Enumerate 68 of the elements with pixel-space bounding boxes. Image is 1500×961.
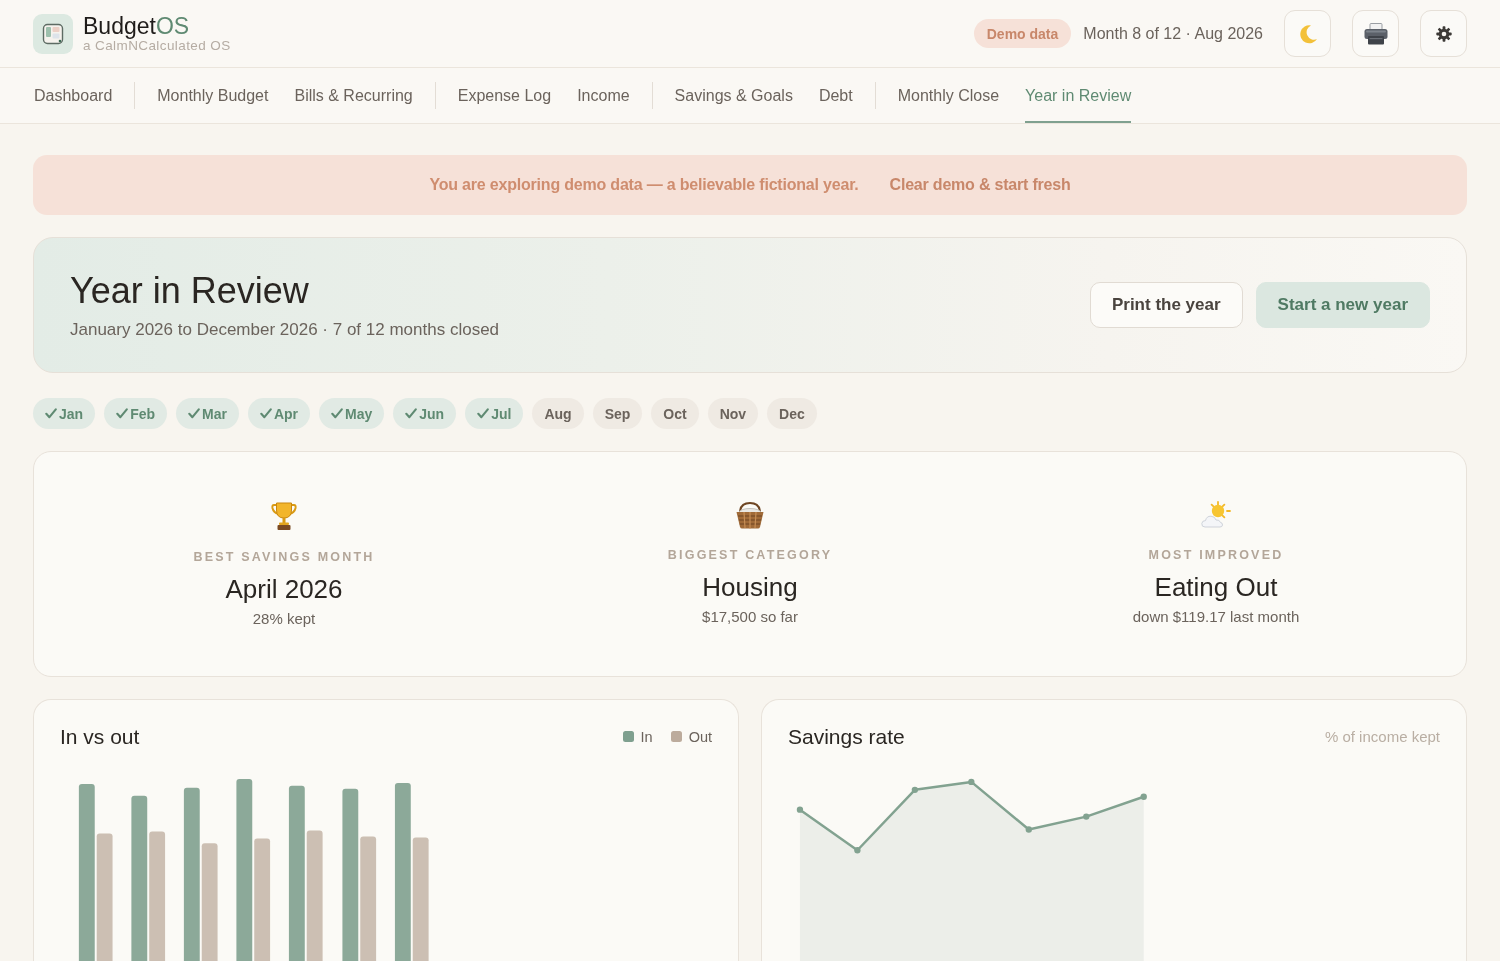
month-chip[interactable]: Jun bbox=[393, 398, 457, 429]
month-chip[interactable]: Sep bbox=[592, 398, 643, 429]
nav-tab[interactable]: Monthly Close bbox=[897, 68, 1000, 123]
sun-cloud-icon bbox=[1201, 501, 1231, 529]
check-icon bbox=[259, 408, 272, 419]
highlight-label: MOST IMPROVED bbox=[1148, 548, 1284, 562]
check-icon bbox=[405, 408, 418, 419]
basket-icon bbox=[734, 501, 766, 529]
check-icon bbox=[188, 408, 200, 419]
data-point bbox=[1025, 826, 1032, 833]
check-icon bbox=[45, 408, 57, 419]
settings-button[interactable] bbox=[1420, 10, 1467, 57]
month-chip[interactable]: Mar bbox=[176, 398, 239, 429]
highlight-detail: $17,500 so far bbox=[702, 608, 798, 625]
data-point bbox=[854, 846, 861, 854]
month-chip[interactable]: Oct bbox=[651, 398, 699, 429]
data-point bbox=[1083, 813, 1090, 820]
logo-icon bbox=[33, 13, 73, 54]
banner-message: You are exploring demo data — a believable fictional year. bbox=[429, 176, 859, 194]
legend-label: Out bbox=[688, 728, 712, 745]
nav-tab[interactable]: Dashboard bbox=[34, 68, 113, 123]
month-chip[interactable]: Apr bbox=[247, 398, 311, 429]
highlight-label: BEST SAVINGS MONTH bbox=[193, 550, 375, 564]
period-label: Month 8 of 12 · Aug 2026 bbox=[1083, 24, 1263, 43]
nav-tab[interactable]: Debt bbox=[818, 68, 853, 123]
nav-tab[interactable]: Monthly Budget bbox=[157, 68, 269, 123]
nav-tab[interactable]: Bills & Recurring bbox=[294, 68, 413, 123]
chart-title: Savings rate bbox=[788, 724, 905, 749]
print-year-button[interactable]: Print the year bbox=[1089, 282, 1243, 328]
moon-icon bbox=[1297, 23, 1318, 44]
data-point bbox=[911, 786, 919, 793]
check-icon bbox=[116, 408, 129, 419]
month-chip[interactable]: Aug bbox=[532, 398, 584, 429]
month-chip[interactable]: Feb bbox=[104, 398, 167, 429]
month-chip[interactable]: Nov bbox=[707, 398, 759, 429]
highlight-label: BIGGEST CATEGORY bbox=[667, 548, 833, 562]
check-icon bbox=[331, 408, 344, 419]
month-chip[interactable]: Dec bbox=[767, 398, 817, 429]
theme-toggle-button[interactable] bbox=[1284, 10, 1331, 57]
highlight-value: April 2026 bbox=[225, 574, 343, 604]
data-point bbox=[1140, 793, 1147, 800]
highlight-value: Housing bbox=[702, 572, 798, 602]
check-icon bbox=[477, 408, 490, 419]
data-point bbox=[968, 778, 975, 785]
data-point bbox=[796, 806, 804, 813]
nav-tab[interactable]: Savings & Goals bbox=[674, 68, 793, 123]
chart-title: In vs out bbox=[60, 724, 140, 749]
demo-badge: Demo data bbox=[973, 19, 1072, 48]
trophy-icon bbox=[270, 501, 298, 531]
highlight-detail: 28% kept bbox=[252, 610, 316, 627]
printer-icon bbox=[1363, 22, 1388, 45]
month-chip[interactable]: Jul bbox=[465, 398, 524, 429]
nav-tab[interactable]: Year in Review bbox=[1025, 68, 1132, 123]
app-tagline: a CalmNCalculated OS bbox=[83, 37, 231, 54]
app-title: BudgetOS bbox=[83, 13, 190, 38]
print-button[interactable] bbox=[1352, 10, 1399, 57]
settings-icon bbox=[1435, 25, 1452, 42]
highlight-detail: down $119.17 last month bbox=[1132, 608, 1300, 625]
nav-tab[interactable]: Expense Log bbox=[457, 68, 552, 123]
page-subtitle: January 2026 to December 2026 · 7 of 12 months closed bbox=[70, 319, 501, 340]
page-title: Year in Review bbox=[70, 270, 310, 311]
chart-note: % of income kept bbox=[1324, 728, 1440, 746]
month-chip[interactable]: May bbox=[319, 398, 385, 429]
legend-label: In bbox=[640, 728, 653, 745]
month-chip[interactable]: Jan bbox=[33, 398, 96, 429]
nav-tab[interactable]: Income bbox=[577, 68, 630, 123]
new-year-button[interactable]: Start a new year bbox=[1255, 282, 1430, 328]
highlight-value: Eating Out bbox=[1154, 572, 1278, 602]
